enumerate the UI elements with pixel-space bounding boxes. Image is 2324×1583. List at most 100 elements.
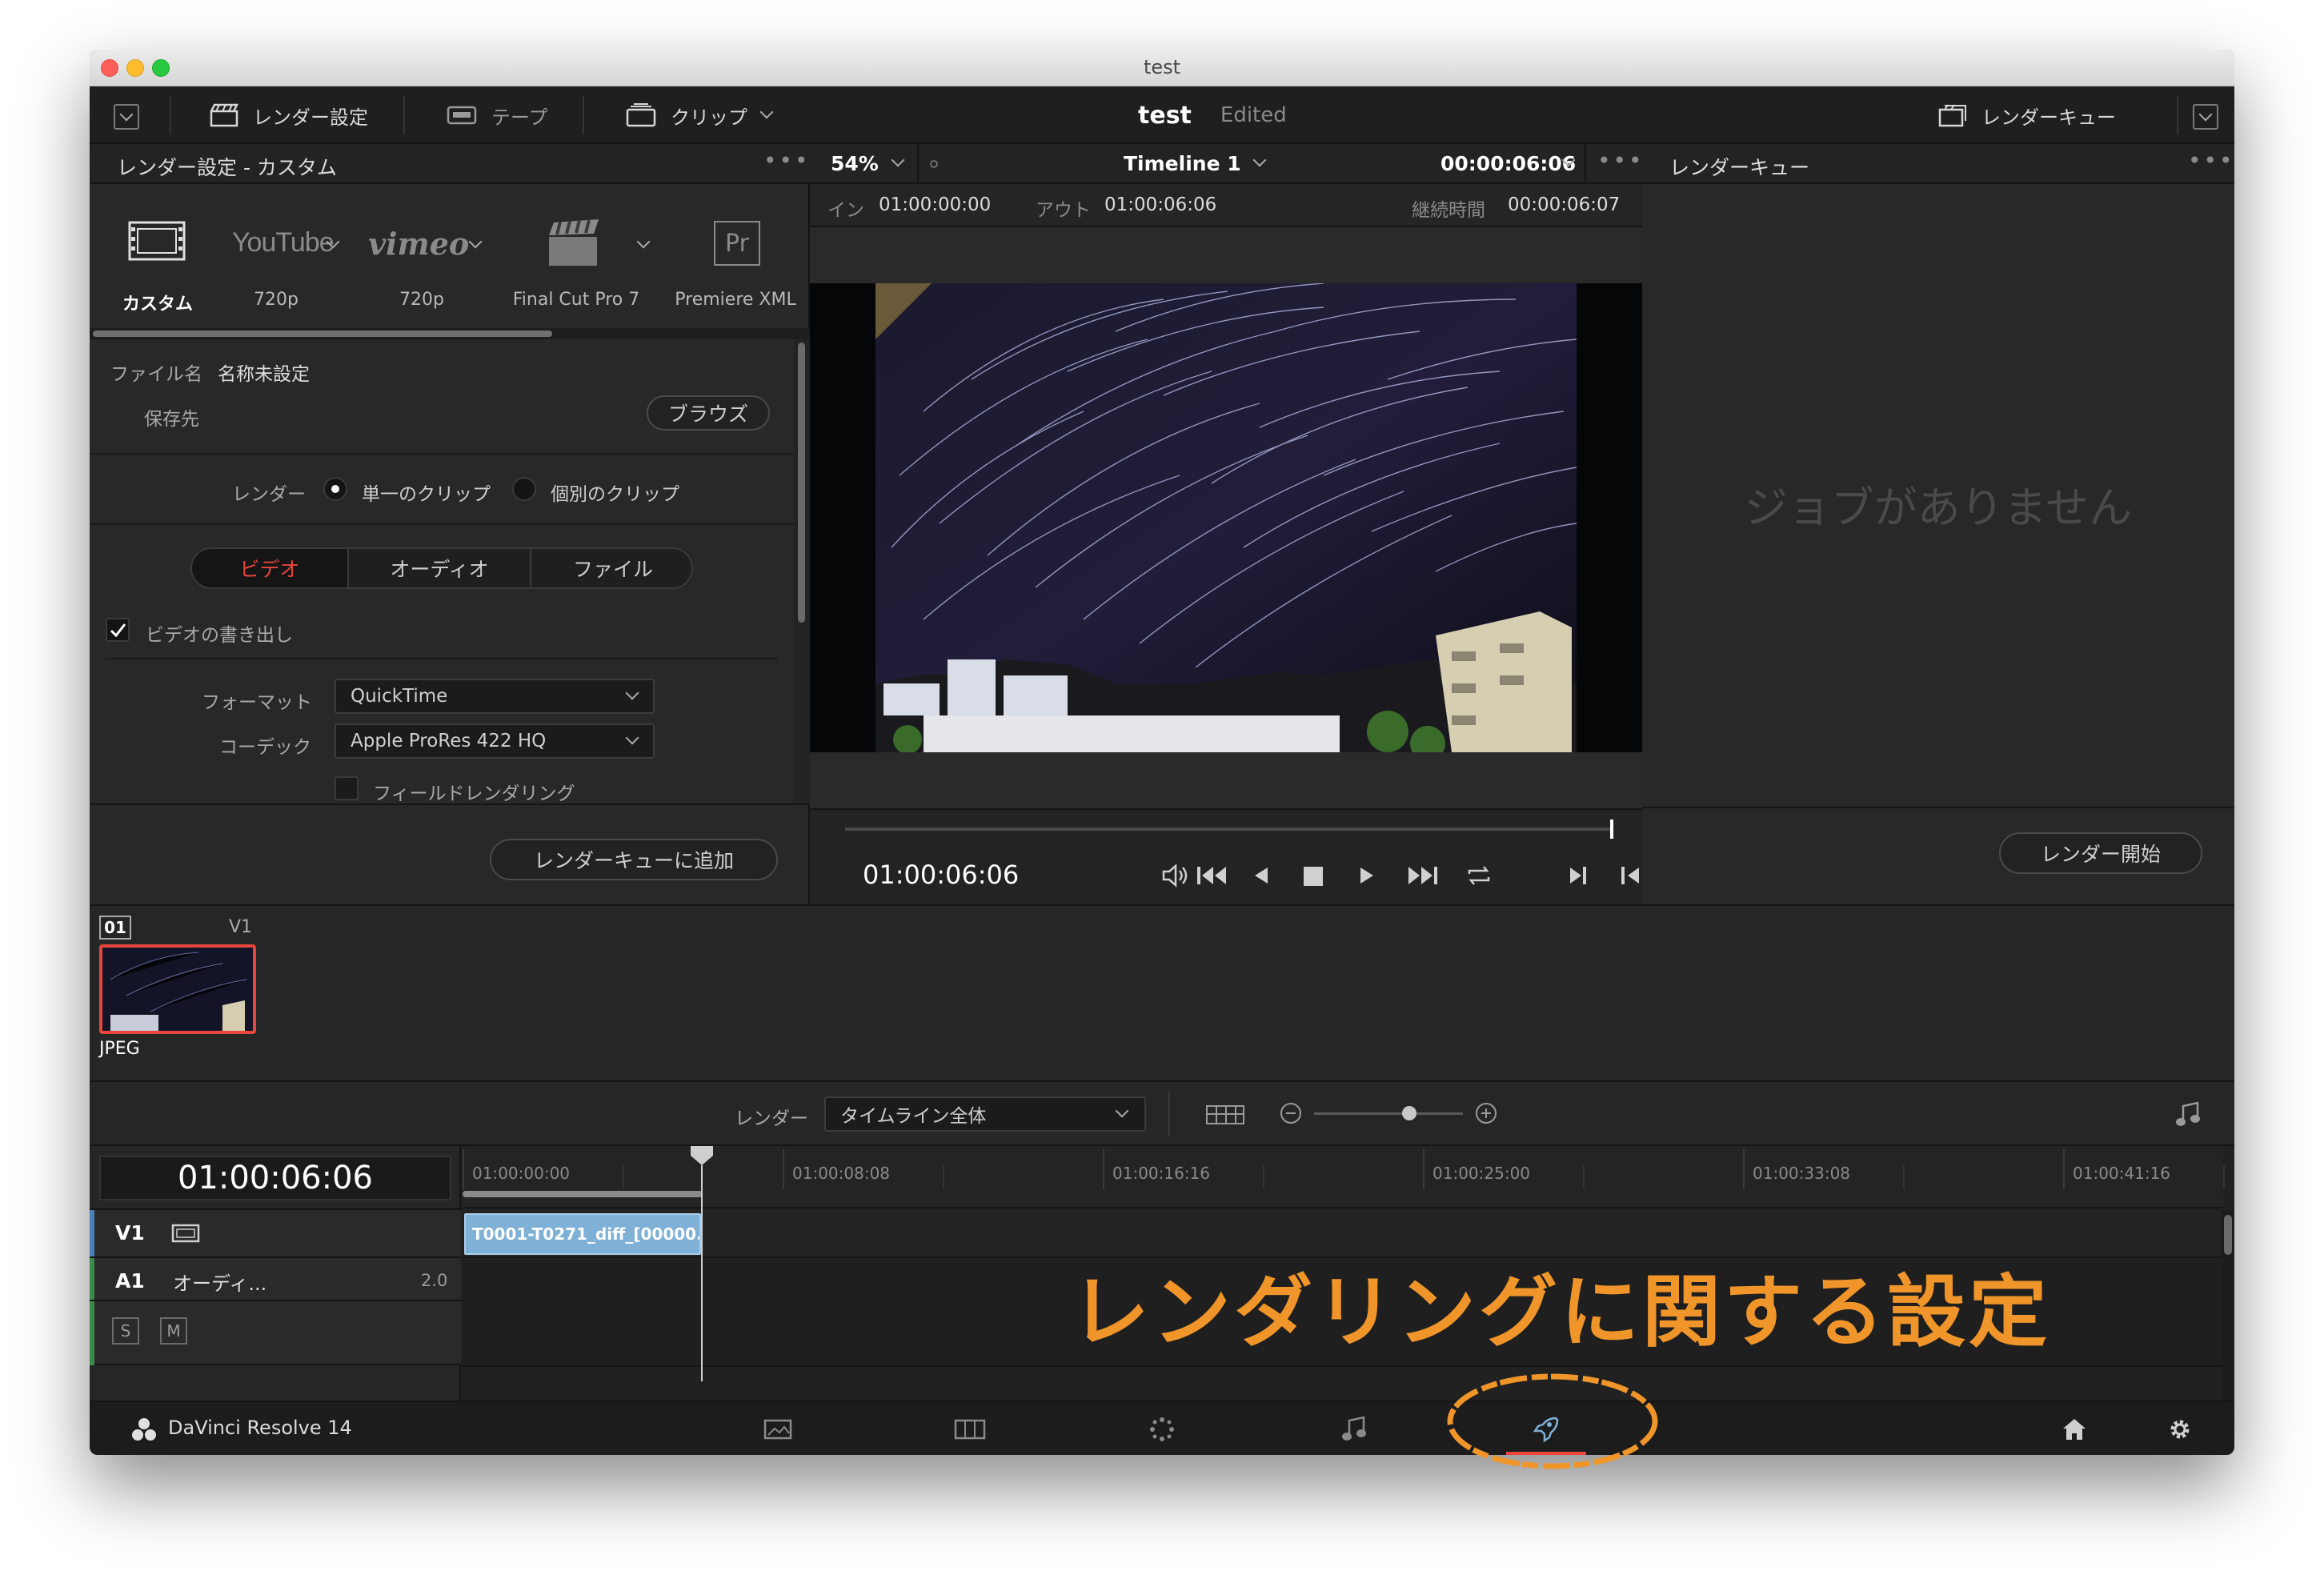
ruler-tick-label: 01:00:16:16 bbox=[1112, 1164, 1211, 1183]
zoom-in-icon[interactable] bbox=[1474, 1101, 1498, 1125]
mark-out-icon[interactable] bbox=[1620, 864, 1641, 887]
filename-field[interactable]: 名称未設定 bbox=[218, 359, 310, 386]
single-clip-radio[interactable] bbox=[323, 477, 347, 501]
project-manager-button[interactable] bbox=[2058, 1413, 2090, 1445]
preset-premiere-xml[interactable]: Pr Premiere XML bbox=[667, 216, 803, 312]
skip-to-start-icon[interactable] bbox=[1196, 864, 1228, 887]
divider bbox=[90, 453, 794, 455]
codec-dropdown[interactable]: Apple ProRes 422 HQ bbox=[335, 723, 655, 759]
timeline-zoom-handle[interactable] bbox=[1402, 1106, 1416, 1120]
right-panel-toggle-button[interactable] bbox=[2193, 104, 2218, 130]
clips-icon bbox=[626, 103, 656, 127]
timeline-scrollbar-thumb[interactable] bbox=[2224, 1215, 2232, 1255]
render-settings-button[interactable]: レンダー設定 bbox=[210, 86, 368, 144]
timeline-name[interactable]: Timeline 1 bbox=[1124, 152, 1241, 175]
color-page-button[interactable] bbox=[1146, 1413, 1178, 1445]
chevron-down-icon[interactable] bbox=[891, 153, 905, 167]
single-clip-label: 単一のクリップ bbox=[362, 484, 491, 505]
mark-in-icon[interactable] bbox=[1569, 864, 1589, 887]
edit-page-button[interactable] bbox=[954, 1413, 986, 1445]
render-range-dropdown[interactable]: タイムライン全体 bbox=[824, 1096, 1146, 1132]
export-video-checkbox[interactable] bbox=[106, 618, 130, 642]
more-options-icon[interactable]: ••• bbox=[763, 147, 811, 174]
clip-track: V1 bbox=[229, 917, 253, 937]
media-page-icon bbox=[763, 1419, 792, 1440]
chevron-down-icon[interactable] bbox=[636, 234, 651, 249]
timeline-view-icon[interactable] bbox=[1205, 1103, 1245, 1127]
chevron-down-icon[interactable] bbox=[468, 234, 483, 249]
timeline-scrollbar[interactable] bbox=[2222, 1210, 2234, 1401]
clip-thumbnail[interactable] bbox=[99, 944, 256, 1034]
premiere-icon: Pr bbox=[714, 221, 760, 266]
presets-scrollbar[interactable] bbox=[90, 328, 810, 339]
field-rendering-checkbox[interactable] bbox=[335, 776, 359, 800]
divider bbox=[90, 523, 794, 525]
settings-scrollbar-thumb[interactable] bbox=[798, 343, 805, 623]
viewer-frame[interactable] bbox=[810, 283, 1642, 752]
settings-scrollbar[interactable] bbox=[794, 339, 810, 804]
render-settings-label: レンダー設定 bbox=[253, 106, 368, 129]
skip-to-end-icon[interactable] bbox=[1407, 864, 1439, 887]
preset-custom[interactable]: カスタム bbox=[114, 216, 202, 315]
settings-button[interactable] bbox=[2164, 1413, 2196, 1445]
solo-button[interactable]: S bbox=[112, 1317, 139, 1345]
more-options-icon[interactable]: ••• bbox=[2188, 147, 2234, 174]
loop-icon[interactable] bbox=[1465, 863, 1493, 888]
play-icon[interactable] bbox=[1357, 864, 1376, 887]
film-strip-icon bbox=[128, 221, 186, 261]
a1-track-name[interactable]: オーディ... bbox=[173, 1268, 266, 1296]
field-rendering-label: フィールドレンダリング bbox=[373, 783, 575, 804]
stop-icon[interactable] bbox=[1303, 866, 1324, 887]
volume-icon[interactable] bbox=[1160, 863, 1189, 888]
play-reverse-icon[interactable] bbox=[1252, 864, 1271, 887]
playhead-marker-icon[interactable] bbox=[690, 1146, 714, 1167]
tab-audio[interactable]: オーディオ bbox=[349, 549, 531, 587]
viewer-header: 54% Timeline 1 00:00:06:06 ••• bbox=[810, 144, 1642, 184]
annotation-text: レンダリングに関する設定 bbox=[1071, 1267, 2051, 1358]
viewer-panel: 54% Timeline 1 00:00:06:06 ••• イン 01:00:… bbox=[810, 144, 1642, 904]
left-panel-toggle-button[interactable] bbox=[114, 104, 139, 130]
timeline-playhead[interactable] bbox=[701, 1165, 703, 1381]
timeline-timecode: 01:00:06:06 bbox=[99, 1156, 451, 1200]
fairlight-page-button[interactable] bbox=[1338, 1413, 1370, 1445]
v1-track-header[interactable]: V1 bbox=[90, 1208, 461, 1258]
timeline-zoom-slider[interactable] bbox=[1314, 1112, 1463, 1115]
more-options-icon[interactable]: ••• bbox=[1597, 147, 1645, 174]
timeline-video-clip[interactable]: T0001-T0271_diff_[00000... bbox=[464, 1213, 701, 1255]
zoom-level[interactable]: 54% bbox=[831, 152, 879, 175]
scrubber-track[interactable] bbox=[845, 828, 1613, 831]
individual-clips-radio[interactable] bbox=[512, 477, 536, 501]
clips-button[interactable]: クリップ bbox=[626, 86, 774, 144]
codec-value: Apple ProRes 422 HQ bbox=[351, 731, 547, 751]
tab-file[interactable]: ファイル bbox=[531, 549, 691, 587]
tab-video[interactable]: ビデオ bbox=[192, 549, 349, 587]
preset-label: 720p bbox=[399, 290, 444, 310]
video-track-icon[interactable] bbox=[171, 1223, 200, 1244]
scrubber-playhead[interactable] bbox=[1610, 820, 1613, 839]
window-title: test bbox=[1143, 56, 1181, 78]
start-render-button[interactable]: レンダー開始 bbox=[1999, 832, 2202, 874]
presets-scrollbar-thumb[interactable] bbox=[93, 331, 552, 337]
preset-final-cut-pro[interactable]: Final Cut Pro 7 bbox=[496, 216, 656, 312]
render-presets-row: カスタム YouTube 720p vimeo 720p Final Cut P bbox=[90, 184, 810, 328]
media-page-button[interactable] bbox=[762, 1413, 794, 1445]
v1-label: V1 bbox=[115, 1221, 145, 1244]
add-to-render-queue-button[interactable]: レンダーキューに追加 bbox=[490, 839, 778, 880]
mute-button[interactable]: M bbox=[160, 1317, 187, 1345]
tape-button[interactable]: テープ bbox=[447, 86, 548, 144]
chevron-down-icon[interactable] bbox=[1252, 153, 1267, 167]
zoom-out-icon[interactable] bbox=[1279, 1101, 1303, 1125]
empty-queue-message: ジョブがありません bbox=[1744, 483, 2133, 533]
timeline-ruler[interactable]: 01:00:00:00 01:00:08:08 01:00:16:16 01:00:2… bbox=[463, 1146, 2225, 1208]
in-out-range-bar[interactable] bbox=[463, 1191, 703, 1197]
audio-meter-icon[interactable] bbox=[2175, 1101, 2201, 1128]
chevron-down-icon bbox=[625, 686, 639, 700]
format-dropdown[interactable]: QuickTime bbox=[335, 679, 655, 714]
render-queue-button[interactable]: レンダーキュー bbox=[1938, 86, 2116, 144]
browse-button[interactable]: ブラウズ bbox=[647, 395, 770, 431]
render-settings-form: ファイル名 名称未設定 保存先 ブラウズ レンダー 単一のクリップ 個別のクリッ… bbox=[90, 339, 794, 804]
preset-vimeo[interactable]: vimeo 720p bbox=[362, 216, 483, 312]
ruler-minor-tick bbox=[2223, 1165, 2225, 1189]
a1-track-header[interactable]: A1 オーディ... 2.0 S M bbox=[90, 1258, 461, 1365]
preset-youtube[interactable]: YouTube 720p bbox=[224, 216, 344, 312]
